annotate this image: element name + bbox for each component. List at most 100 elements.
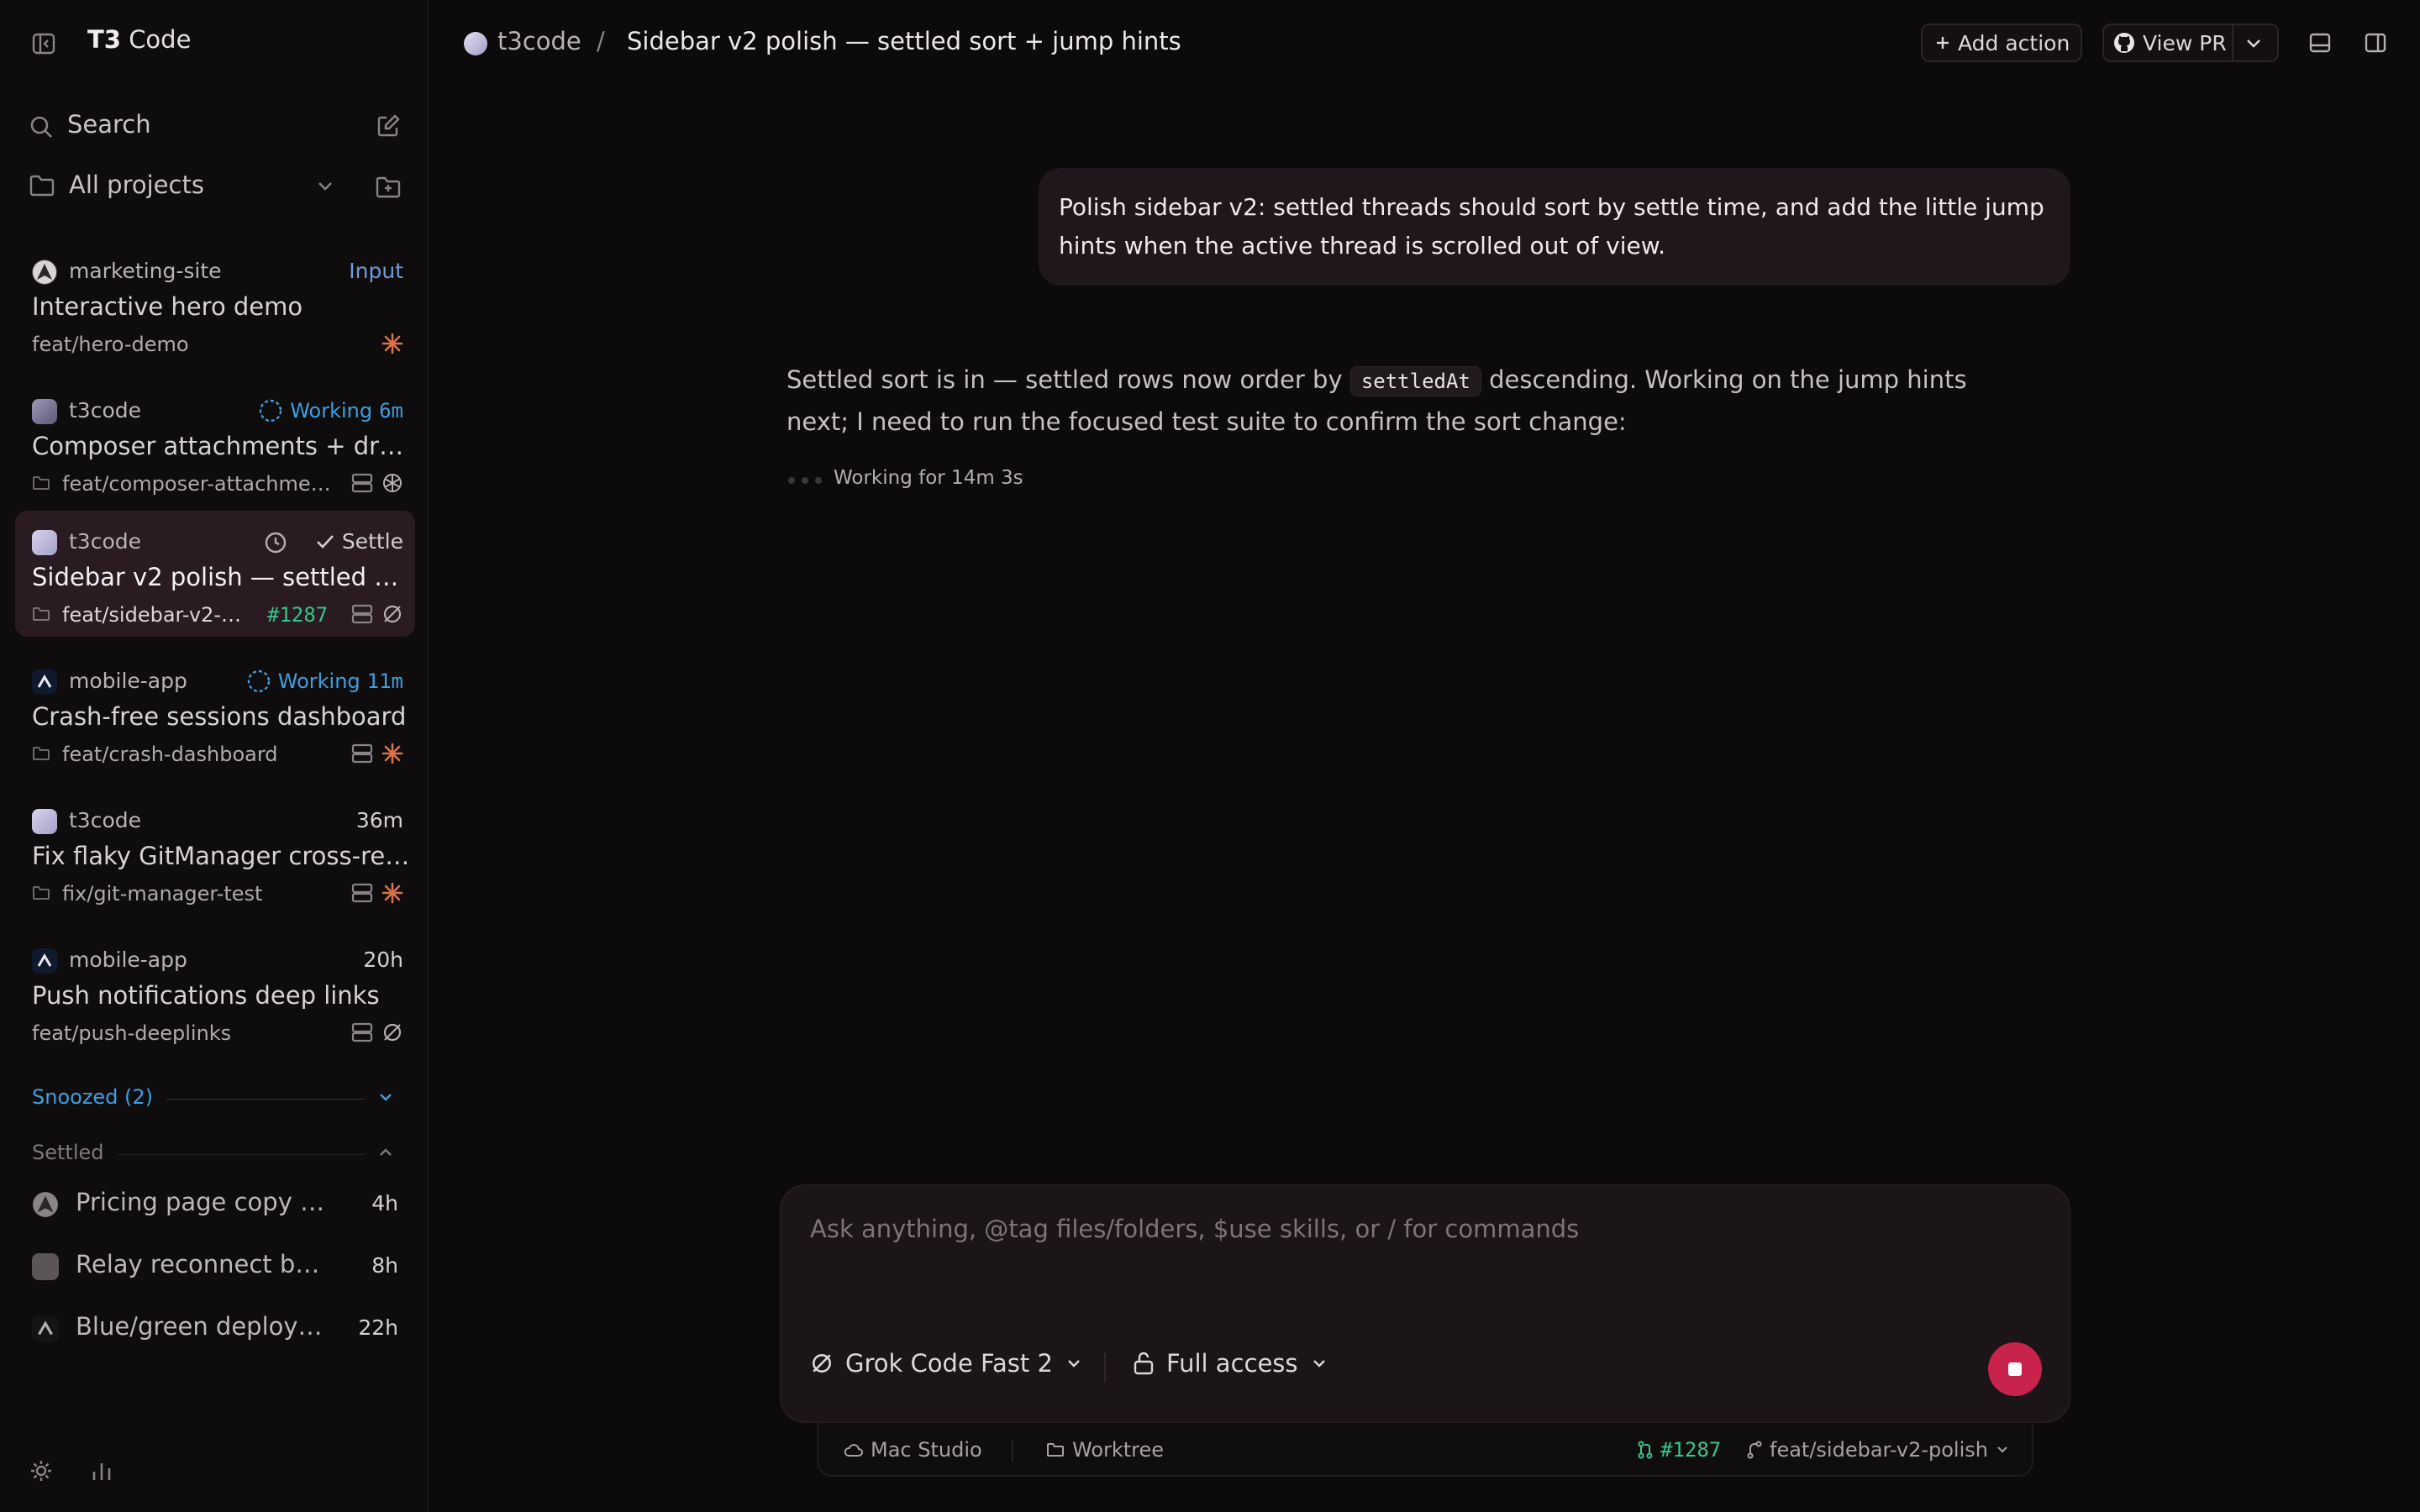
machine-selector[interactable]: Mac Studio xyxy=(844,1438,982,1462)
thread-project: mobile-app xyxy=(69,669,187,693)
settled-section-toggle[interactable]: Settled xyxy=(32,1141,104,1164)
chevron-down-icon[interactable] xyxy=(2244,34,2264,52)
thread-time: 20h xyxy=(363,948,403,972)
thread-project: t3code xyxy=(69,398,141,423)
thread-icons xyxy=(351,472,403,494)
thread-title: Interactive hero demo xyxy=(32,292,303,321)
github-icon xyxy=(2112,31,2136,55)
settled-thread-time: 8h xyxy=(371,1253,398,1278)
snoozed-section-toggle[interactable]: Snoozed (2) xyxy=(32,1085,153,1109)
grok-icon xyxy=(381,1021,403,1043)
settled-thread-time: 22h xyxy=(358,1315,398,1340)
breadcrumb-project[interactable]: t3code xyxy=(497,27,581,55)
pr-link[interactable]: #1287 xyxy=(1637,1438,1721,1462)
settled-thread[interactable]: Relay reconnect backoff 8h xyxy=(32,1247,398,1289)
chevron-down-icon xyxy=(1995,1443,2010,1457)
section-divider xyxy=(118,1154,365,1155)
pr-badge[interactable]: #1287 xyxy=(267,603,328,627)
settled-thread[interactable]: Pricing page copy refresh 4h xyxy=(32,1184,398,1226)
lock-icon xyxy=(1133,1351,1155,1376)
branch-selector[interactable]: feat/sidebar-v2-polish xyxy=(1746,1438,2010,1462)
access-picker[interactable]: Full access xyxy=(1133,1349,1328,1378)
thread-item[interactable]: mobile-app Working 11m Crash-free sessio… xyxy=(15,650,415,776)
settled-thread[interactable]: Blue/green deploy script 22h xyxy=(32,1309,398,1351)
chevron-down-icon[interactable] xyxy=(376,1089,395,1105)
settled-thread-title: Blue/green deploy script xyxy=(76,1312,328,1341)
thread-branch: feat/hero-demo xyxy=(32,333,189,356)
workspace-selector[interactable]: Worktree xyxy=(1045,1438,1164,1462)
project-avatar xyxy=(32,669,57,695)
sparkle-icon xyxy=(381,743,403,764)
working-status: Working for 14m 3s xyxy=(834,467,1023,489)
status-badge: Input xyxy=(349,259,403,283)
thread-item[interactable]: t3code 36m Fix flaky GitManager cross-re… xyxy=(15,790,415,916)
composer-footer: Mac Studio Worktree #1287 feat/sidebar-v… xyxy=(817,1423,2033,1477)
section-divider xyxy=(166,1099,365,1100)
chevron-up-icon[interactable] xyxy=(376,1144,395,1161)
project-filter[interactable]: All projects xyxy=(69,171,204,199)
thread-item-active[interactable]: t3code Settle Sidebar v2 polish — settle… xyxy=(15,511,415,637)
settle-button[interactable]: Settle xyxy=(315,529,403,554)
thread-icons xyxy=(351,882,403,904)
stop-icon xyxy=(2008,1362,2022,1376)
view-pr-button-group: View PR xyxy=(2102,24,2279,62)
thread-title: Crash-free sessions dashboard xyxy=(32,702,407,731)
compose-icon[interactable] xyxy=(375,113,402,139)
thread-branch: feat/composer-attachments xyxy=(62,472,339,496)
thread-icons xyxy=(351,603,403,625)
project-avatar xyxy=(32,1253,59,1280)
thread-icons xyxy=(351,743,403,764)
thread-item[interactable]: marketing-site Input Interactive hero de… xyxy=(15,240,415,366)
add-action-button[interactable]: Add action xyxy=(1921,24,2082,62)
stats-icon[interactable] xyxy=(89,1458,114,1483)
thread-branch: feat/push-deeplinks xyxy=(32,1021,232,1045)
thread-branch: feat/sidebar-v2-polish xyxy=(62,603,252,627)
panel-right-icon[interactable] xyxy=(2363,30,2388,55)
worktree-folder-icon xyxy=(32,475,50,491)
terminal-stack-icon xyxy=(351,743,373,764)
grok-icon xyxy=(810,1352,834,1375)
project-avatar xyxy=(32,1191,59,1218)
view-pr-button[interactable]: View PR xyxy=(2143,31,2227,55)
cloud-icon xyxy=(844,1441,864,1458)
thread-icons xyxy=(381,333,403,354)
thread-title: Fix flaky GitManager cross-repo test xyxy=(32,842,410,870)
project-avatar xyxy=(32,1315,59,1342)
sparkle-icon xyxy=(381,333,403,354)
stop-button[interactable] xyxy=(1988,1342,2042,1396)
thread-branch: fix/git-manager-test xyxy=(62,882,263,906)
breadcrumb-separator: / xyxy=(597,27,605,55)
working-indicator xyxy=(788,477,822,484)
clock-icon[interactable] xyxy=(264,531,287,554)
openai-icon xyxy=(381,472,403,494)
panel-bottom-icon[interactable] xyxy=(2307,30,2333,55)
thread-item[interactable]: mobile-app 20h Push notifications deep l… xyxy=(15,929,415,1055)
worktree-folder-icon xyxy=(1045,1441,1065,1458)
git-pr-icon xyxy=(1637,1440,1654,1460)
spinner-icon xyxy=(258,398,283,423)
thread-item[interactable]: t3code Working 6m Composer attachments +… xyxy=(15,380,415,506)
folder-plus-icon[interactable] xyxy=(375,175,402,200)
project-avatar xyxy=(32,260,57,285)
chevron-down-icon xyxy=(1065,1355,1083,1372)
search-icon xyxy=(29,114,54,139)
worktree-folder-icon xyxy=(32,745,50,762)
chevron-down-icon[interactable] xyxy=(314,178,336,195)
settings-icon[interactable] xyxy=(29,1458,54,1483)
status-badge: Working 11m xyxy=(246,669,403,694)
git-branch-icon xyxy=(1746,1440,1763,1460)
project-avatar xyxy=(32,399,57,424)
model-picker[interactable]: Grok Code Fast 2 xyxy=(810,1349,1083,1378)
sidebar-toggle-icon[interactable] xyxy=(30,30,57,57)
folder-icon xyxy=(29,173,55,198)
project-avatar xyxy=(32,809,57,834)
terminal-stack-icon xyxy=(351,882,373,904)
grok-icon xyxy=(381,603,403,625)
assistant-message: Settled sort is in — settled rows now or… xyxy=(786,365,1967,436)
search-button[interactable]: Search xyxy=(67,110,151,139)
thread-project: t3code xyxy=(69,529,141,554)
thread-project: mobile-app xyxy=(69,948,187,972)
composer-input[interactable]: Ask anything, @tag files/folders, $use s… xyxy=(810,1215,1579,1243)
terminal-stack-icon xyxy=(351,1021,373,1043)
sidebar: T3 Code Search All projects marketing-si… xyxy=(0,0,429,1512)
